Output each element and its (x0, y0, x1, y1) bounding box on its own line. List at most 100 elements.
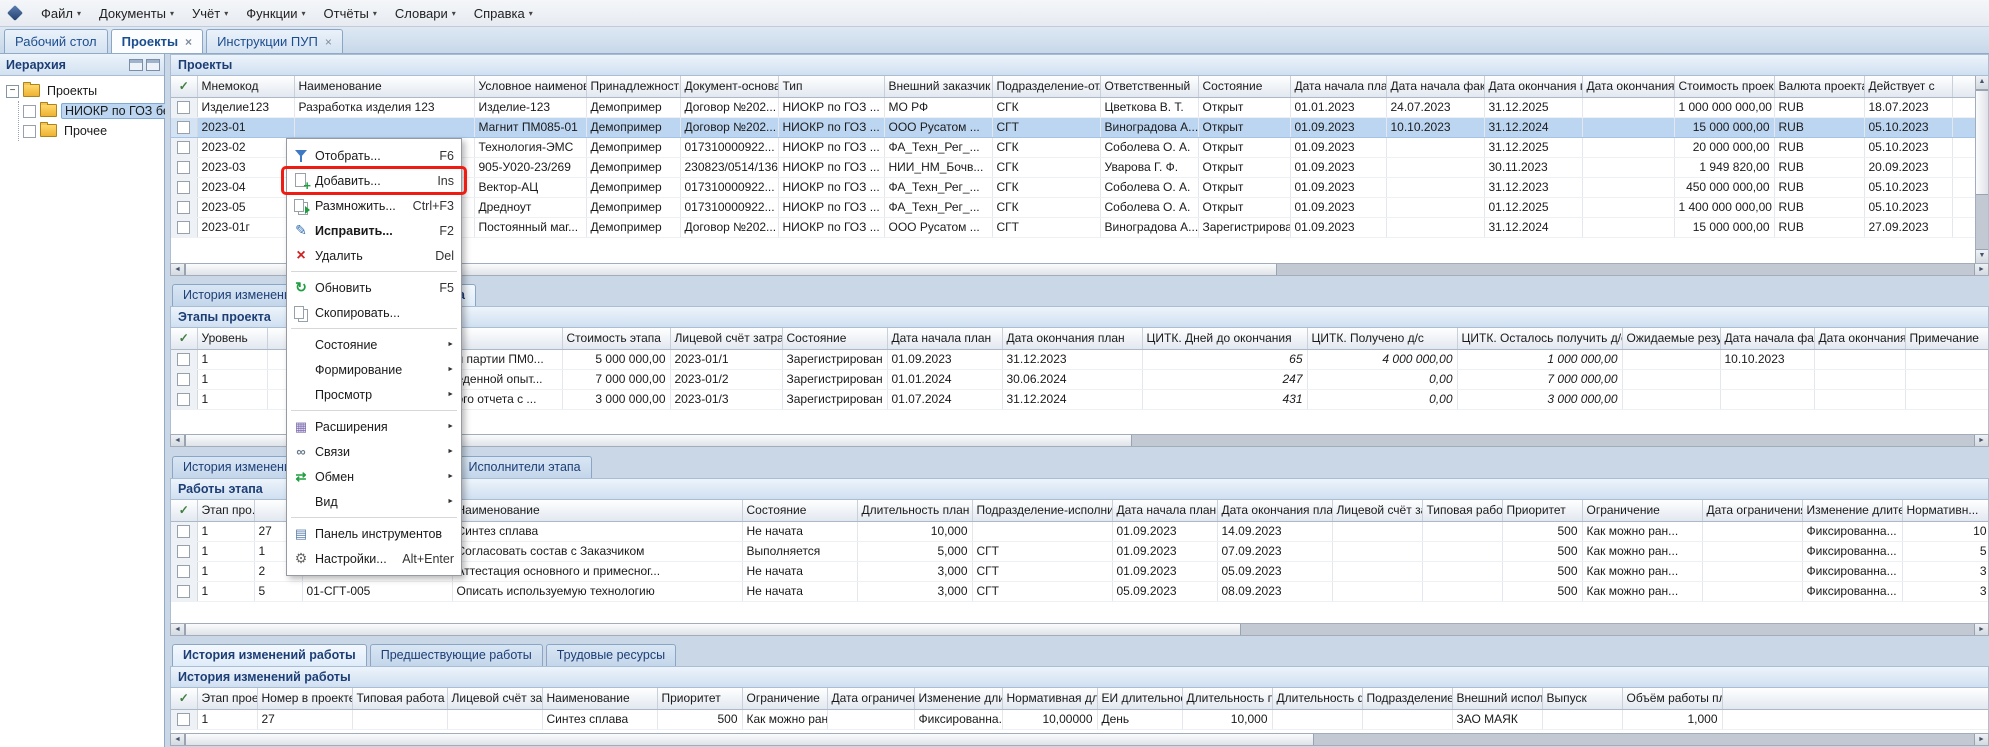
v-scrollbar[interactable]: ▲ ▼ (1975, 76, 1988, 263)
column-header[interactable]: Мнемокод (197, 76, 294, 97)
context-menu-item[interactable]: Состояние► (287, 332, 461, 357)
column-header[interactable]: Стоимость этапа (562, 328, 670, 349)
column-header[interactable]: Действует с (1864, 76, 1952, 97)
column-header[interactable]: Подразделение-от... (992, 76, 1100, 97)
column-header[interactable]: Ответственный (1100, 76, 1198, 97)
column-header[interactable]: Дата начала план (1112, 500, 1217, 521)
column-header[interactable]: ЦИТК. Осталось получить д/с (1457, 328, 1622, 349)
column-header[interactable]: Дата начала план (887, 328, 1002, 349)
column-header[interactable]: Длительность фа... (1272, 688, 1362, 709)
scroll-thumb[interactable] (185, 624, 1241, 635)
column-header[interactable]: Длительность план▼ (857, 500, 972, 521)
select-all-header[interactable]: ✓ (171, 76, 197, 97)
column-header[interactable]: Дата окончания план (1002, 328, 1142, 349)
column-header[interactable]: Приоритет (1502, 500, 1582, 521)
column-header[interactable]: Номер в проекте (257, 688, 352, 709)
column-header[interactable]: Ограничение (742, 688, 827, 709)
row-checkbox[interactable] (177, 141, 190, 154)
menubar-item[interactable]: Учёт▾ (183, 1, 237, 26)
window-tab[interactable]: Проекты× (111, 29, 203, 53)
column-header[interactable]: Условное наименование (474, 76, 586, 97)
context-menu-item[interactable]: Панель инструментов (287, 521, 461, 546)
column-header[interactable]: Наименование (294, 76, 474, 97)
scroll-up-icon[interactable]: ▲ (1976, 76, 1988, 90)
column-header[interactable]: Наименование (452, 500, 742, 521)
context-menu-item[interactable]: Просмотр► (287, 382, 461, 407)
table-row[interactable]: 2023-01Магнит ПМ085-01ДемопримерДоговор … (171, 117, 1989, 137)
column-header[interactable]: Изменение длител (1802, 500, 1902, 521)
close-tab-icon[interactable]: × (185, 37, 192, 47)
row-checkbox[interactable] (177, 565, 190, 578)
table-row[interactable]: 127Синтез сплава500Как можно ран...Фикси… (171, 709, 1989, 729)
row-checkbox[interactable] (177, 373, 190, 386)
context-menu-item[interactable]: Исправить...F2 (287, 218, 461, 243)
scroll-right-icon[interactable]: ► (1974, 264, 1988, 275)
detail-tab[interactable]: Исполнители этапа (458, 456, 592, 478)
detail-tab[interactable]: Трудовые ресурсы (546, 644, 676, 666)
column-header[interactable]: Дата начала факт (1386, 76, 1484, 97)
select-all-header[interactable]: ✓ (171, 328, 197, 349)
scroll-down-icon[interactable]: ▼ (1976, 249, 1988, 263)
scroll-right-icon[interactable]: ► (1974, 435, 1988, 446)
row-checkbox[interactable] (177, 161, 190, 174)
column-header[interactable]: Документ-основани... (680, 76, 778, 97)
column-header[interactable]: Изменение длител... (914, 688, 1002, 709)
context-menu-item[interactable]: Скопировать... (287, 300, 461, 325)
row-checkbox[interactable] (177, 201, 190, 214)
column-header[interactable]: Уровень (197, 328, 267, 349)
context-menu-item[interactable]: ОбновитьF5 (287, 275, 461, 300)
column-header[interactable]: Этап про... (197, 500, 254, 521)
row-checkbox[interactable] (177, 545, 190, 558)
row-checkbox[interactable] (177, 353, 190, 366)
column-header[interactable]: Ожидаемые резул... (1622, 328, 1720, 349)
detail-tab[interactable]: История изменений работы (172, 644, 367, 666)
column-header[interactable]: Этап проекта (197, 688, 257, 709)
dock-icon[interactable] (129, 59, 143, 71)
row-checkbox[interactable] (177, 121, 190, 134)
context-menu-item[interactable]: Вид► (287, 489, 461, 514)
window-tab[interactable]: Рабочий стол (4, 29, 108, 53)
context-menu-item[interactable]: Добавить...Ins (287, 168, 461, 193)
column-header[interactable]: Подразделение-исполнител... (972, 500, 1112, 521)
column-header[interactable]: Приоритет (657, 688, 742, 709)
tree-node[interactable]: Прочее (19, 121, 162, 141)
scroll-thumb[interactable] (185, 734, 1314, 745)
menubar-item[interactable]: Словари▾ (386, 1, 465, 26)
scroll-left-icon[interactable]: ◄ (171, 624, 185, 635)
h-scrollbar[interactable]: ◄ ► (170, 623, 1989, 636)
column-header[interactable]: Ограничение (1582, 500, 1702, 521)
scroll-left-icon[interactable]: ◄ (171, 264, 185, 275)
column-header[interactable]: ЦИТК. Получено д/с (1307, 328, 1457, 349)
scroll-left-icon[interactable]: ◄ (171, 435, 185, 446)
column-header[interactable]: Объём работы пл... (1622, 688, 1722, 709)
scroll-left-icon[interactable]: ◄ (171, 734, 185, 745)
column-header[interactable]: Валюта проекта (1774, 76, 1864, 97)
menubar-item[interactable]: Документы▾ (90, 1, 183, 26)
column-header[interactable]: Лицевой счёт затр (1332, 500, 1422, 521)
column-header[interactable]: Дата ограничения (1702, 500, 1802, 521)
column-header[interactable]: Внешний исполни... (1452, 688, 1542, 709)
tree-checkbox[interactable] (23, 125, 36, 138)
column-header[interactable]: Состояние (742, 500, 857, 521)
column-header[interactable]: ЕИ длительности (1097, 688, 1182, 709)
scroll-right-icon[interactable]: ► (1974, 734, 1988, 745)
column-header[interactable]: Дата начала план. (1290, 76, 1386, 97)
menubar-item[interactable]: Функции▾ (237, 1, 314, 26)
column-header[interactable]: Принадлежность (586, 76, 680, 97)
scroll-thumb[interactable] (1976, 90, 1988, 195)
column-header[interactable]: Дата окончания ф... (1814, 328, 1905, 349)
row-checkbox[interactable] (177, 713, 190, 726)
context-menu-item[interactable]: Обмен► (287, 464, 461, 489)
context-menu-item[interactable]: УдалитьDel (287, 243, 461, 268)
column-header[interactable]: Типовая работа (352, 688, 447, 709)
menubar-item[interactable]: Отчёты▾ (315, 1, 386, 26)
column-header[interactable]: Дата окончания ф... (1582, 76, 1674, 97)
column-header[interactable]: Подразделение-ис... (1362, 688, 1452, 709)
window-tab[interactable]: Инструкции ПУП× (206, 29, 343, 53)
context-menu-item[interactable]: Настройки...Alt+Enter (287, 546, 461, 571)
column-header[interactable]: Нормативная длит... (1002, 688, 1097, 709)
table-row[interactable]: 1501-СГТ-005Описать используемую техноло… (171, 581, 1989, 601)
column-header[interactable]: Наименование (542, 688, 657, 709)
row-checkbox[interactable] (177, 393, 190, 406)
column-header[interactable] (1722, 688, 1989, 709)
